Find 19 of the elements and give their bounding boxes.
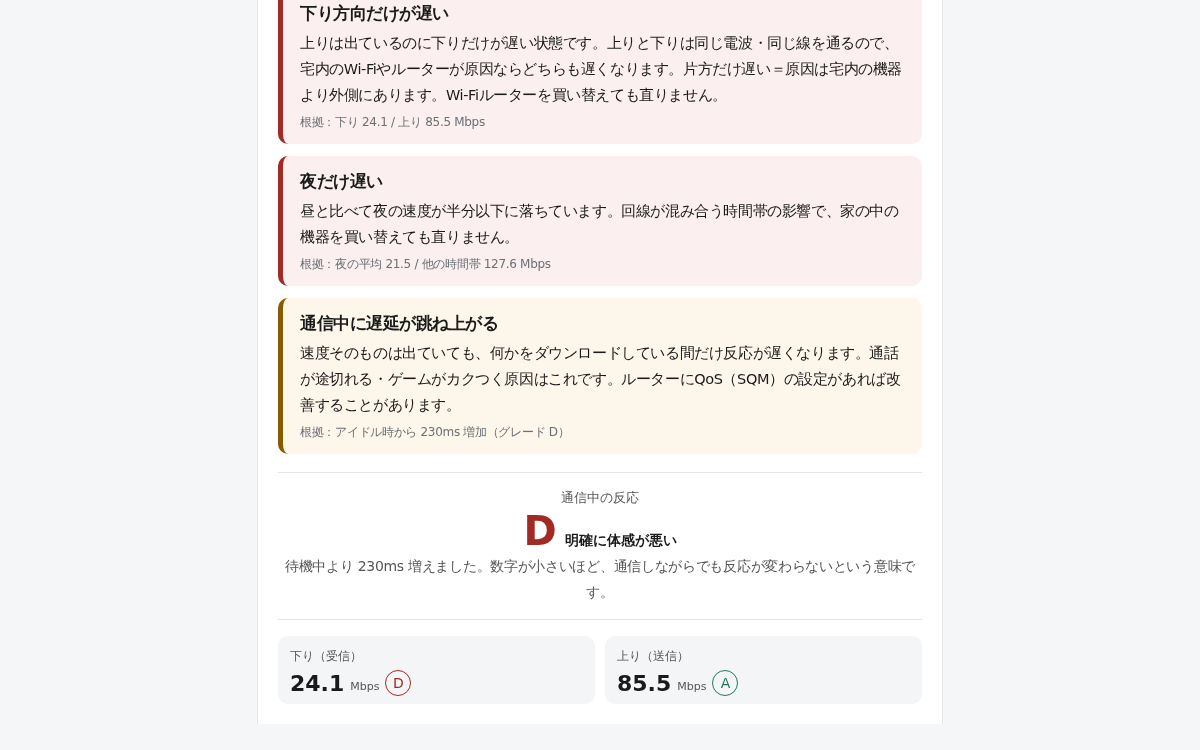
grade-description: 待機中より 230ms 増えました。数字が小さいほど、通信しながらでも反応が変わらないという意味です。 xyxy=(284,557,916,602)
metric-unit: Mbps xyxy=(677,680,707,693)
section-label: 通信中の反応 xyxy=(561,489,639,507)
metric-label: 上り（送信） xyxy=(617,648,690,665)
alert-description: 速度そのものは出ていても、何かをダウンロードしている間だけ反応が遅くなります。通話が途切れる・ゲームがカクつく原因はこれです。ルーターにQoS（SQM）の設定があれば改善することがあります。 xyxy=(300,344,902,415)
alert-evidence: 根拠：下り 24.1 / 上り 85.5 Mbps xyxy=(300,114,486,131)
alert-title: 夜だけ遅い xyxy=(300,170,384,193)
alert-title: 通信中に遅延が跳ね上がる xyxy=(300,312,499,335)
metric-unit: Mbps xyxy=(350,680,380,693)
alert-title: 下り方向だけが遅い xyxy=(300,2,450,25)
metric-value: 24.1 xyxy=(290,670,345,696)
alert-evidence: 根拠：アイドル時から 230ms 増加（グレード D） xyxy=(300,424,571,441)
metric-label: 下り（受信） xyxy=(290,648,363,665)
grade-letter: D xyxy=(523,509,557,553)
grade-verdict: 明確に体感が悪い xyxy=(564,532,677,550)
alert-description: 昼と比べて夜の速度が半分以下に落ちています。回線が混み合う時間帯の影響で、家の中の機器を買い替えても直りません。 xyxy=(300,202,900,247)
alert-evidence: 根拠：夜の平均 21.5 / 他の時間帯 127.6 Mbps xyxy=(300,256,552,273)
metric-value: 85.5 xyxy=(617,670,672,696)
alert-description: 上りは出ているのに下りだけが遅い状態です。上りと下りは同じ電波・同じ線を通るので、宅内のWi-Fiやルーターが原因ならどちらも遅くなります。片方だけ遅い＝原因は宅内の機器より外側にあります。Wi-Fiルーターを買い替えても直りません。 xyxy=(300,34,903,105)
